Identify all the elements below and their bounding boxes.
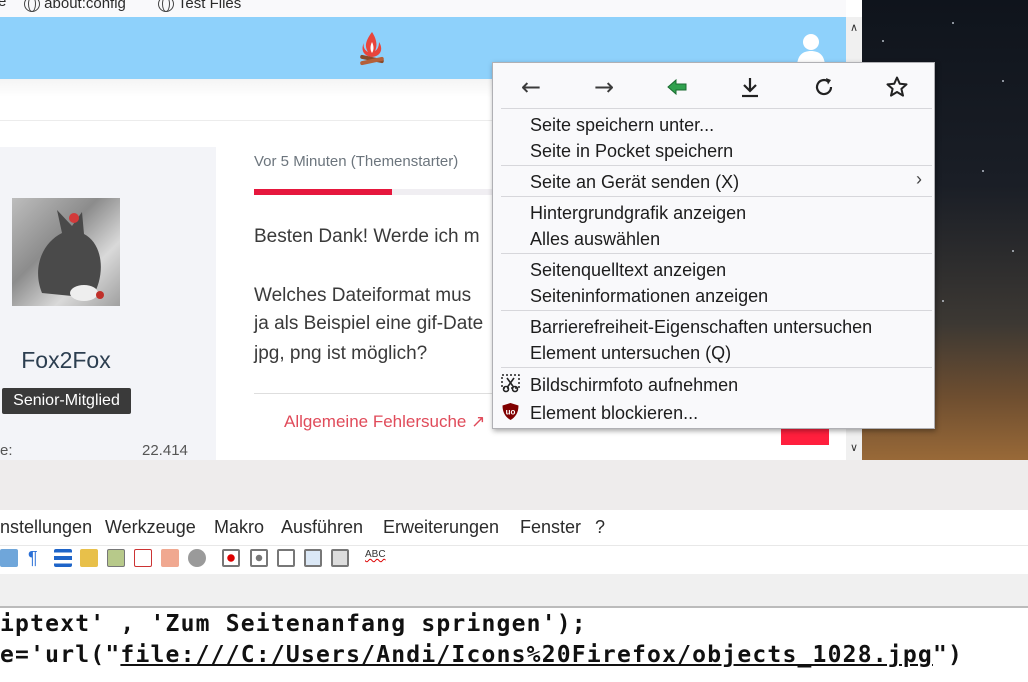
save-macro-icon[interactable] bbox=[331, 549, 349, 567]
menu-separator bbox=[501, 310, 932, 311]
menu-save-to-pocket[interactable]: Seite in Pocket speichern bbox=[530, 140, 733, 162]
code-token: ") bbox=[932, 642, 964, 668]
author-role-badge: Senior-Mitglied bbox=[2, 388, 131, 414]
ublock-origin-icon: uo bbox=[502, 403, 519, 420]
record-macro-icon[interactable] bbox=[222, 549, 240, 567]
code-line: e='url("file:///C:/Users/Andi/Icons%20Fi… bbox=[0, 642, 963, 668]
menu-inspect-element[interactable]: Element untersuchen (Q) bbox=[530, 342, 731, 364]
download-icon[interactable] bbox=[738, 75, 762, 99]
code-token: e='url(" bbox=[0, 642, 121, 668]
post-text-line: ja als Beispiel eine gif-Date bbox=[254, 313, 484, 334]
menu-separator bbox=[501, 196, 932, 197]
menu-select-all[interactable]: Alles auswählen bbox=[530, 228, 660, 250]
play-multiple-icon[interactable] bbox=[304, 549, 322, 567]
bookmark-label: about:config bbox=[44, 0, 126, 12]
show-symbols-icon[interactable]: ¶ bbox=[28, 549, 46, 567]
editor-tab-area bbox=[0, 574, 1028, 608]
indent-guide-icon[interactable] bbox=[54, 549, 72, 567]
read-progress-fill bbox=[254, 189, 392, 195]
menu-separator bbox=[501, 367, 932, 368]
editor-toolbar bbox=[0, 546, 1028, 574]
globe-icon bbox=[24, 0, 40, 12]
bookmark-test-files[interactable]: Test Files bbox=[158, 0, 241, 12]
menu-help[interactable]: ? bbox=[595, 517, 605, 538]
author-avatar[interactable] bbox=[12, 198, 120, 306]
document-map-icon[interactable] bbox=[80, 549, 98, 567]
word-wrap-icon[interactable] bbox=[0, 549, 18, 567]
campfire-logo-icon[interactable] bbox=[358, 30, 386, 68]
menu-take-screenshot[interactable]: Bildschirmfoto aufnehmen bbox=[530, 374, 738, 396]
bookmarks-toolbar: e about:config Test Files bbox=[0, 0, 846, 17]
open-folder-icon[interactable] bbox=[161, 549, 179, 567]
menu-tools[interactable]: Werkzeuge bbox=[105, 517, 196, 538]
menu-separator bbox=[501, 108, 932, 109]
menu-save-page-as[interactable]: Seite speichern unter... bbox=[530, 114, 714, 136]
stop-macro-icon[interactable] bbox=[250, 549, 268, 567]
bookmark-star-icon[interactable] bbox=[885, 75, 909, 99]
back-alt-icon[interactable] bbox=[665, 75, 689, 99]
screenshot-scissors-icon bbox=[501, 374, 520, 393]
forum-category-label: Allgemeine Fehlersuche bbox=[284, 412, 467, 431]
forward-icon[interactable]: → bbox=[592, 75, 616, 99]
function-list-icon[interactable] bbox=[107, 549, 125, 567]
post-text-line: jpg, png ist möglich? bbox=[254, 343, 428, 364]
post-text-line: Besten Dank! Werde ich m bbox=[254, 226, 480, 247]
menu-run[interactable]: Ausführen bbox=[281, 517, 363, 538]
bookmark-item[interactable]: e bbox=[0, 0, 6, 9]
spellcheck-icon[interactable]: ABC bbox=[365, 549, 386, 567]
bookmark-about-config[interactable]: about:config bbox=[24, 0, 126, 12]
menu-window[interactable]: Fenster bbox=[520, 517, 581, 538]
post-text-line: Welches Dateiformat mus bbox=[254, 285, 472, 306]
monitor-icon[interactable] bbox=[188, 549, 206, 567]
menu-extensions[interactable]: Erweiterungen bbox=[383, 517, 499, 538]
divider bbox=[254, 393, 494, 394]
globe-icon bbox=[158, 0, 174, 12]
window-gap bbox=[0, 460, 1028, 510]
forum-category-link[interactable]: Allgemeine Fehlersuche ↗ bbox=[284, 412, 485, 432]
bookmark-label: Test Files bbox=[177, 0, 242, 12]
fox-avatar-image bbox=[38, 210, 104, 301]
post-meta: Vor 5 Minuten (Themenstarter) bbox=[254, 153, 459, 170]
back-icon[interactable]: ← bbox=[519, 75, 543, 99]
reload-icon[interactable] bbox=[812, 75, 836, 99]
menu-macro[interactable]: Makro bbox=[214, 517, 264, 538]
code-file-link[interactable]: file:///C:/Users/Andi/Icons%20Firefox/ob… bbox=[120, 642, 933, 668]
menu-settings[interactable]: nstellungen bbox=[0, 517, 92, 538]
author-stat-value: 22.414 bbox=[142, 442, 188, 459]
context-nav-row: ← → bbox=[493, 63, 934, 109]
menu-view-source[interactable]: Seitenquelltext anzeigen bbox=[530, 259, 726, 281]
menu-page-info[interactable]: Seiteninformationen anzeigen bbox=[530, 285, 768, 307]
menu-block-element[interactable]: Element blockieren... bbox=[530, 402, 698, 424]
scroll-up-icon[interactable]: ∧ bbox=[846, 20, 862, 36]
folder-workspace-icon[interactable] bbox=[134, 549, 152, 567]
code-line: iptext' , 'Zum Seitenanfang springen'); bbox=[0, 611, 587, 637]
menu-separator bbox=[501, 253, 932, 254]
external-link-icon: ↗ bbox=[471, 412, 486, 431]
menu-send-to-device[interactable]: Seite an Gerät senden (X) bbox=[530, 171, 739, 193]
scroll-down-icon[interactable]: ∨ bbox=[846, 440, 862, 456]
menu-separator bbox=[501, 165, 932, 166]
menu-inspect-accessibility[interactable]: Barrierefreiheit-Eigenschaften untersuch… bbox=[530, 316, 872, 338]
author-name[interactable]: Fox2Fox bbox=[0, 347, 132, 374]
svg-text:uo: uo bbox=[506, 408, 516, 417]
context-menu: ← → Seite speichern unter... Seite in Po… bbox=[492, 62, 935, 429]
author-stat-label: e: bbox=[0, 442, 13, 459]
submenu-arrow-icon: › bbox=[916, 169, 922, 189]
menu-view-background-image[interactable]: Hintergrundgrafik anzeigen bbox=[530, 202, 746, 224]
play-macro-icon[interactable] bbox=[277, 549, 295, 567]
